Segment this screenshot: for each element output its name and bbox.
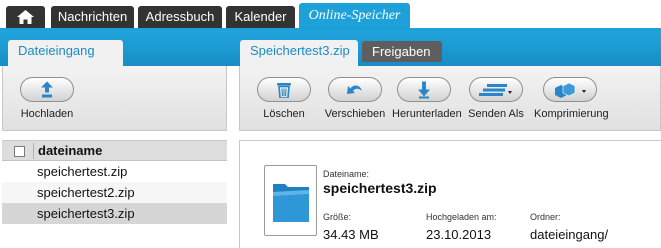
left-toolbar: Hochladen <box>2 66 227 131</box>
folder-label: Ordner: <box>530 212 561 222</box>
compress-label: Komprimierung <box>534 108 609 120</box>
uploaded-value: 23.10.2013 <box>426 227 492 242</box>
download-button[interactable]: Herunterladen <box>392 77 462 120</box>
tab-adressbuch[interactable]: Adressbuch <box>138 6 222 28</box>
panel-gutter <box>227 131 239 248</box>
tab-nachrichten[interactable]: Nachrichten <box>51 6 134 28</box>
tab-online-speicher[interactable]: Online-Speicher <box>299 3 410 29</box>
filename-label: Dateiname: <box>323 169 370 179</box>
compress-pill <box>543 77 597 102</box>
delete-button[interactable]: Löschen <box>254 77 314 120</box>
file-list-header: dateiname <box>2 141 227 161</box>
filename-value: speichertest3.zip <box>323 180 437 196</box>
curved-arrow-icon <box>347 84 362 94</box>
tab-dateieingang[interactable]: Dateieingang (3) <box>8 40 123 80</box>
delete-pill <box>257 77 311 102</box>
tab-kalender[interactable]: Kalender <box>226 6 295 28</box>
dropdown-arrow-icon <box>508 90 512 94</box>
folder-icon <box>273 184 309 222</box>
download-pill <box>397 77 451 102</box>
download-arrow-icon <box>418 81 430 98</box>
column-separator <box>33 143 34 159</box>
file-list: dateiname speichertest.zip speichertest2… <box>2 140 227 248</box>
send-as-label: Senden Als <box>468 108 524 120</box>
folder-value: dateieingang/ <box>530 227 609 242</box>
delete-label: Löschen <box>263 108 305 120</box>
file-thumbnail <box>264 165 317 236</box>
upload-button[interactable]: Hochladen <box>17 77 77 120</box>
home-tab[interactable] <box>6 6 45 28</box>
send-as-pill <box>469 77 523 102</box>
file-detail-panel: Dateiname: speichertest3.zip Größe: 34.4… <box>239 140 661 248</box>
compress-boxes-icon <box>555 82 586 98</box>
panel-tab-band: Dateieingang (3) Speichertest3.zip Freig… <box>0 31 661 80</box>
download-label: Herunterladen <box>392 108 462 120</box>
move-button[interactable]: Verschieben <box>324 77 386 120</box>
column-header-dateiname[interactable]: dateiname <box>38 143 102 158</box>
file-row-selected[interactable]: speichertest3.zip <box>2 203 227 224</box>
trash-icon <box>277 82 291 98</box>
file-row[interactable]: speichertest2.zip <box>2 182 227 203</box>
upload-label: Hochladen <box>20 108 74 120</box>
move-label: Verschieben <box>324 108 386 120</box>
top-navigation: Nachrichten Adressbuch Kalender Online-S… <box>0 0 661 31</box>
move-pill <box>328 77 382 102</box>
send-stack-icon <box>479 83 512 96</box>
tab-freigaben[interactable]: Freigaben <box>362 41 442 62</box>
upload-arrow-icon <box>41 81 53 97</box>
right-toolbar: Löschen Verschieben Herunterladen Senden… <box>239 66 661 131</box>
dropdown-arrow-icon <box>582 89 586 93</box>
home-icon <box>17 10 34 24</box>
tab-file-speichertest3[interactable]: Speichertest3.zip <box>240 40 358 66</box>
file-row[interactable]: speichertest.zip <box>2 161 227 182</box>
size-label: Größe: <box>323 212 352 222</box>
send-as-button[interactable]: Senden Als <box>466 77 526 120</box>
uploaded-label: Hochgeladen am: <box>426 212 497 222</box>
select-all-checkbox[interactable] <box>14 146 25 157</box>
size-value: 34.43 MB <box>323 227 379 242</box>
compress-button[interactable]: Komprimierung <box>534 77 609 120</box>
upload-pill <box>20 77 74 102</box>
